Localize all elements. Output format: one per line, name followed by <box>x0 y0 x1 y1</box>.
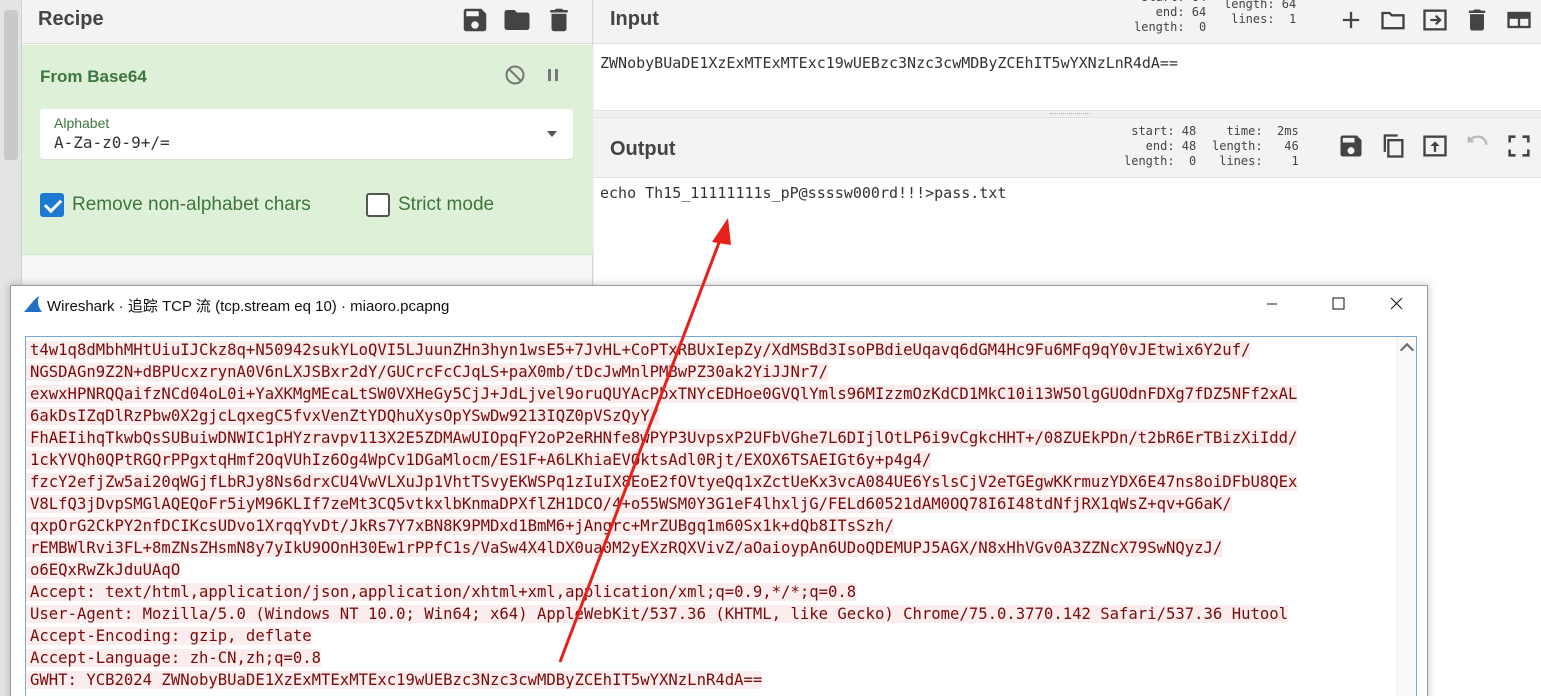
trash-icon[interactable] <box>544 5 574 35</box>
wireshark-fin-icon <box>24 296 42 312</box>
stream-line-text: Accept-Language: zh-CN,zh;q=0.8 <box>26 649 322 667</box>
stream-line: 1ckYVQh0QPtRGQrPPgxtqHmf2OqVUhIz6Og4WpCv… <box>26 449 1396 471</box>
trash-icon[interactable] <box>1463 6 1491 34</box>
input-text[interactable]: ZWNobyBUaDE1XzExMTExMTExc19wUEBzc3Nzc3cw… <box>600 54 1178 72</box>
recipe-header: Recipe <box>22 0 592 44</box>
remove-nonalpha-checkbox[interactable]: Remove non-alphabet chars <box>40 193 311 217</box>
minimize-icon[interactable] <box>1249 288 1295 320</box>
checkbox-checked-icon[interactable] <box>40 193 64 217</box>
stream-line-text: fzcY2efjZw5ai20qWGjfLbRJy8Ns6drxCU4VwVLX… <box>26 473 1298 491</box>
stream-line-text: exwxHPNRQQaifzNCd04oL0i+YaXKMgMEcaLtSW0V… <box>26 385 1298 403</box>
disable-icon[interactable] <box>503 63 527 87</box>
stream-line: qxpOrG2CkPY2nfDCIKcsUDvo1XrqqYvDt/JkRs7Y… <box>26 515 1396 537</box>
stream-line-text: GWHT: YCB2024 ZWNobyBUaDE1XzExMTExMTExc1… <box>26 671 763 689</box>
scroll-up-icon[interactable] <box>1399 342 1415 358</box>
stream-lines: t4w1q8dMbhMHtUiuIJCkz8q+N50942sukYLoQVI5… <box>26 339 1396 691</box>
stream-line: Accept-Language: zh-CN,zh;q=0.8 <box>26 647 1396 669</box>
checkbox-unchecked-icon[interactable] <box>366 193 390 217</box>
plus-icon[interactable] <box>1337 6 1365 34</box>
layout-icon[interactable] <box>1505 6 1533 34</box>
alphabet-value: A-Za-z0-9+/= <box>54 133 170 152</box>
stream-line-text: o6EQxRwZkJduUAqO <box>26 561 181 579</box>
operation-name: From Base64 <box>40 67 147 86</box>
stream-line-text: t4w1q8dMbhMHtUiuIJCkz8q+N50942sukYLoQVI5… <box>26 341 1251 359</box>
chevron-down-icon[interactable] <box>547 131 557 137</box>
vertical-scrollbar[interactable] <box>1396 337 1416 696</box>
input-stats-left: start: 64 end: 64 length: 0 <box>1134 0 1207 34</box>
replace-input-icon[interactable] <box>1421 132 1449 160</box>
input-title: Input <box>610 8 659 30</box>
recipe-title: Recipe <box>38 8 104 30</box>
folder-icon[interactable] <box>502 5 532 35</box>
stream-line-text: User-Agent: Mozilla/5.0 (Windows NT 10.0… <box>26 605 1289 623</box>
alphabet-label: Alphabet <box>54 115 110 131</box>
strict-mode-label: Strict mode <box>398 194 495 215</box>
pane-resize-handle[interactable] <box>594 110 1541 118</box>
maximize-window-icon[interactable] <box>1315 288 1361 320</box>
save-icon[interactable] <box>460 5 490 35</box>
stream-line: V8LfQ3jDvpSMGlAQEQoFr5iyM96KLIf7zeMt3CQ5… <box>26 493 1396 515</box>
pause-icon[interactable] <box>541 63 565 87</box>
scrollbar-thumb[interactable] <box>4 10 18 160</box>
stream-line-text: qxpOrG2CkPY2nfDCIKcsUDvo1XrqqYvDt/JkRs7Y… <box>26 517 894 535</box>
strict-mode-checkbox[interactable]: Strict mode <box>366 193 494 217</box>
stream-line-text: 1ckYVQh0QPtRGQrPPgxtqHmf2OqVUhIz6Og4WpCv… <box>26 451 932 469</box>
output-stats-right: time: 2ms length: 46 lines: 1 <box>1212 124 1299 168</box>
input-header: Input start: 64 end: 64 length: 0 length… <box>594 0 1541 44</box>
output-stats-left: start: 48 end: 48 length: 0 <box>1124 124 1197 168</box>
output-title: Output <box>610 138 676 160</box>
open-folder-icon[interactable] <box>1379 6 1407 34</box>
stream-line: exwxHPNRQQaifzNCd04oL0i+YaXKMgMEcaLtSW0V… <box>26 383 1396 405</box>
maximize-icon[interactable] <box>1505 132 1533 160</box>
stream-line: fzcY2efjZw5ai20qWGjfLbRJy8Ns6drxCU4VwVLX… <box>26 471 1396 493</box>
copy-icon[interactable] <box>1379 132 1407 160</box>
stream-line: User-Agent: Mozilla/5.0 (Windows NT 10.0… <box>26 603 1396 625</box>
from-base64-operation: From Base64 Alphabet A-Za-z0-9+/= Remove… <box>22 45 593 255</box>
output-header: Output start: 48 end: 48 length: 0 time:… <box>594 118 1541 178</box>
import-icon[interactable] <box>1421 6 1449 34</box>
stream-line: Accept-Encoding: gzip, deflate <box>26 625 1396 647</box>
stream-line: rEMBWlRvi3FL+8mZNsZHsmN8y7yIkU9OOnH30Ew1… <box>26 537 1396 559</box>
stream-line-text: NGSDAGn9Z2N+dBPUcxzrynA0V6nLXJSBxr2dY/GU… <box>26 363 828 381</box>
stream-line-text: FhAEIihqTkwbQsSUBuiwDNWIC1pHYzravpv113X2… <box>26 429 1298 447</box>
window-title: Wireshark · 追踪 TCP 流 (tcp.stream eq 10) … <box>47 298 450 315</box>
input-stats-right: length: 64 lines: 1 <box>1224 0 1297 26</box>
stream-line-text: Accept: text/html,application/json,appli… <box>26 583 857 601</box>
stream-line-text: 6akDsIZqDlRzPbw0X2gjcLqxegC5fvxVenZtYDQh… <box>26 407 660 425</box>
stream-line: t4w1q8dMbhMHtUiuIJCkz8q+N50942sukYLoQVI5… <box>26 339 1396 361</box>
undo-icon <box>1467 135 1488 145</box>
wireshark-follow-stream-window: Wireshark · 追踪 TCP 流 (tcp.stream eq 10) … <box>10 285 1428 696</box>
stream-line-text: Accept-Encoding: gzip, deflate <box>26 627 312 645</box>
alphabet-select[interactable]: Alphabet A-Za-z0-9+/= <box>40 109 573 159</box>
stream-line: FhAEIihqTkwbQsSUBuiwDNWIC1pHYzravpv113X2… <box>26 427 1396 449</box>
save-icon[interactable] <box>1337 132 1365 160</box>
stream-line: Accept: text/html,application/json,appli… <box>26 581 1396 603</box>
stream-line: GWHT: YCB2024 ZWNobyBUaDE1XzExMTExMTExc1… <box>26 669 1396 691</box>
remove-nonalpha-label: Remove non-alphabet chars <box>72 194 311 215</box>
stream-line-text: V8LfQ3jDvpSMGlAQEQoFr5iyM96KLIf7zeMt3CQ5… <box>26 495 1232 513</box>
window-titlebar[interactable]: Wireshark · 追踪 TCP 流 (tcp.stream eq 10) … <box>11 286 1427 322</box>
stream-content[interactable]: t4w1q8dMbhMHtUiuIJCkz8q+N50942sukYLoQVI5… <box>25 336 1417 696</box>
stream-line: 6akDsIZqDlRzPbw0X2gjcLqxegC5fvxVenZtYDQh… <box>26 405 1396 427</box>
close-icon[interactable] <box>1373 288 1419 320</box>
stream-line: NGSDAGn9Z2N+dBPUcxzrynA0V6nLXJSBxr2dY/GU… <box>26 361 1396 383</box>
output-text[interactable]: echo Th15_11111111s_pP@ssssw000rd!!!>pas… <box>600 184 1006 202</box>
stream-line-text: rEMBWlRvi3FL+8mZNsZHsmN8y7yIkU9OOnH30Ew1… <box>26 539 1223 557</box>
stream-line: o6EQxRwZkJduUAqO <box>26 559 1396 581</box>
